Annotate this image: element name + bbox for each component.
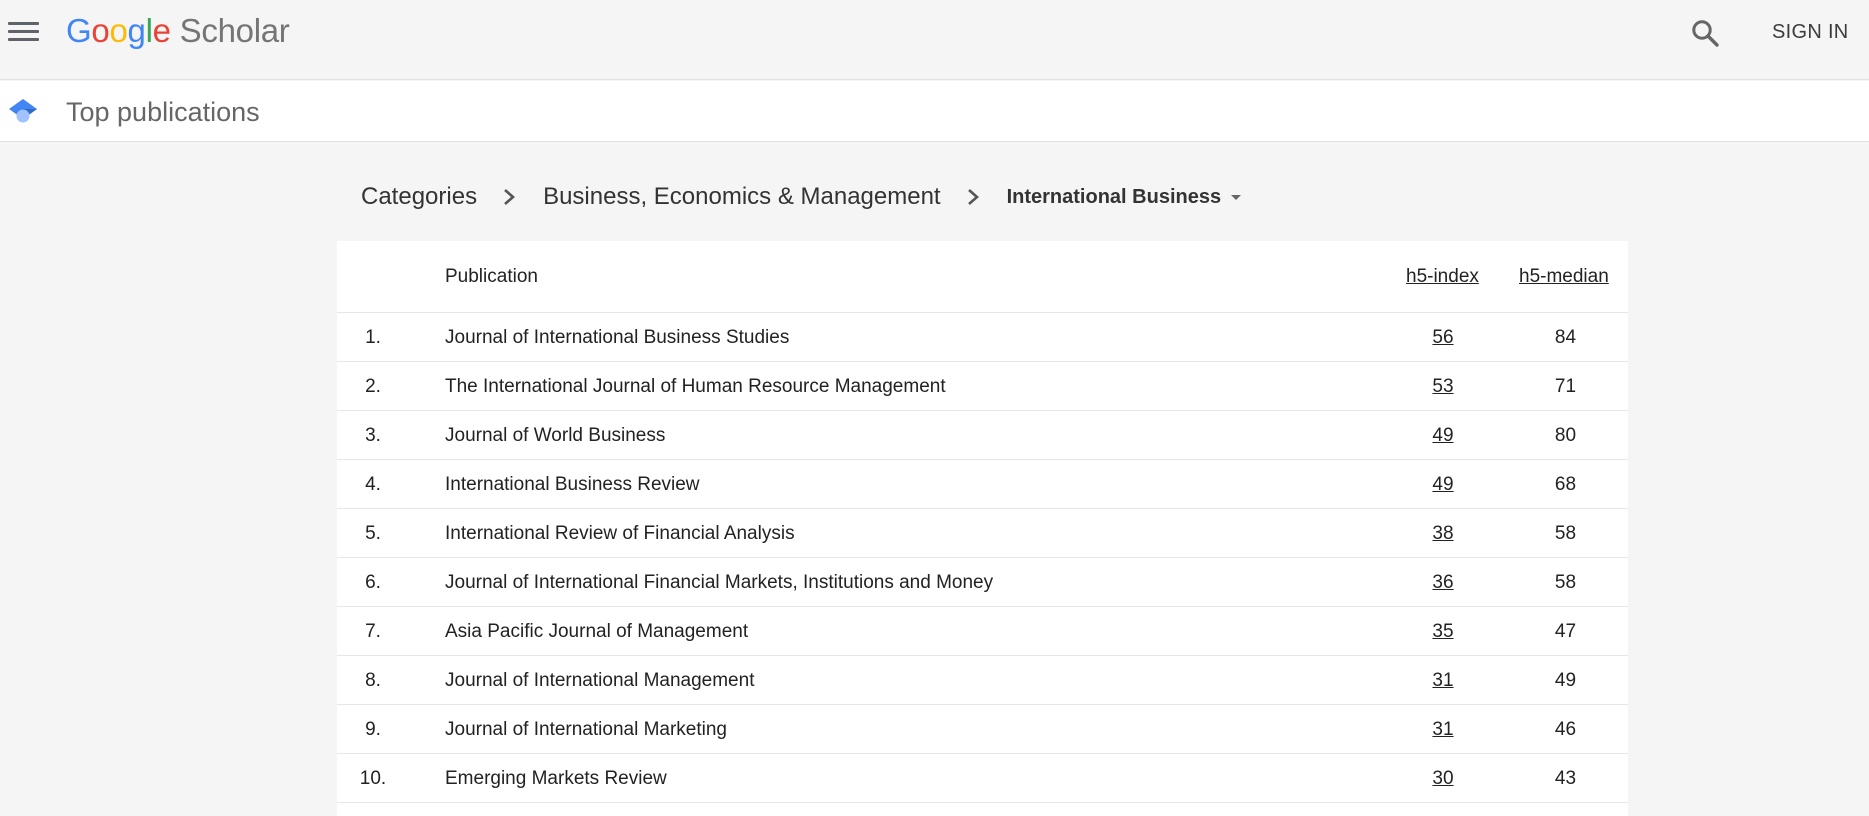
publications-table: Publication h5-index h5-median 1. Journa… [337,241,1628,816]
table-row: 9. Journal of International Marketing 31… [337,705,1628,754]
h5-median-value: 46 [1554,719,1577,740]
table-row: 2. The International Journal of Human Re… [337,362,1628,411]
rank-cell: 5. [365,523,381,544]
table-row: 4. International Business Review 49 68 [337,460,1628,509]
rank-cell: 10. [359,768,387,789]
h5-index-link[interactable]: 36 [1406,571,1480,595]
table-row: 6. Journal of International Financial Ma… [337,558,1628,607]
h5-index-link[interactable]: 53 [1406,375,1480,399]
breadcrumb: Categories Business, Economics & Managem… [361,180,1242,214]
rank-cell: 2. [365,376,381,397]
rank-cell: 3. [365,425,381,446]
logo-letter: g [127,12,146,49]
h5-median-value: 49 [1554,670,1577,691]
h5-index-link[interactable]: 35 [1406,620,1480,644]
logo-letter: e [152,12,171,49]
h5-median-value: 80 [1554,425,1577,446]
table-row: 5. International Review of Financial Ana… [337,509,1628,558]
rank-cell: 6. [365,572,381,593]
publication-name[interactable]: Journal of International Management [445,669,754,693]
publication-name[interactable]: International Review of Financial Analys… [445,522,795,546]
table-header: Publication h5-index h5-median [337,241,1628,313]
logo-letter: l [145,12,153,49]
breadcrumb-categories[interactable]: Categories [361,183,477,211]
subcategory-dropdown[interactable]: International Business [1007,186,1242,209]
h5-median-value: 58 [1554,523,1577,544]
table-row: 10. Emerging Markets Review 30 43 [337,754,1628,803]
page-title-bar: Top publications [0,81,1869,142]
rank-cell: 1. [365,327,381,348]
top-app-bar: Google Scholar SIGN IN [0,0,1869,80]
h5-median-value: 43 [1554,768,1577,789]
chevron-right-icon [963,187,983,207]
search-icon[interactable] [1690,18,1722,50]
menu-icon[interactable] [8,18,40,44]
h5-index-link[interactable]: 31 [1406,669,1480,693]
table-row: 8. Journal of International Management 3… [337,656,1628,705]
column-header-h5-median[interactable]: h5-median [1519,265,1609,289]
h5-index-link[interactable]: 49 [1406,424,1480,448]
graduation-cap-icon[interactable] [8,97,38,127]
publication-name[interactable]: Journal of International Financial Marke… [445,571,993,595]
publication-name[interactable]: Journal of International Business Studie… [445,326,789,350]
logo-product-name: Scholar [179,12,290,49]
publication-name[interactable]: Journal of World Business [445,424,665,448]
table-row: 7. Asia Pacific Journal of Management 35… [337,607,1628,656]
table-row: 1. Journal of International Business Stu… [337,313,1628,362]
publication-name[interactable]: Asia Pacific Journal of Management [445,620,748,644]
h5-median-value: 68 [1554,474,1577,495]
publication-name[interactable]: Emerging Markets Review [445,767,667,791]
chevron-right-icon [499,187,519,207]
publication-name[interactable]: The International Journal of Human Resou… [445,375,946,399]
h5-median-value: 84 [1554,327,1577,348]
rank-cell: 4. [365,474,381,495]
rank-cell: 9. [365,719,381,740]
table-row: 3. Journal of World Business 49 80 [337,411,1628,460]
column-header-publication: Publication [445,266,538,287]
logo-letter: G [66,12,92,49]
h5-index-link[interactable]: 31 [1406,718,1480,742]
sign-in-button[interactable]: SIGN IN [1772,21,1849,44]
google-scholar-logo[interactable]: Google Scholar [66,10,290,52]
caret-down-icon [1231,194,1242,200]
h5-median-value: 71 [1554,376,1577,397]
page-title: Top publications [66,97,260,127]
publication-name[interactable]: International Business Review [445,473,700,497]
breadcrumb-business-economics-management[interactable]: Business, Economics & Management [543,183,941,211]
h5-index-link[interactable]: 38 [1406,522,1480,546]
h5-median-value: 58 [1554,572,1577,593]
rank-cell: 7. [365,621,381,642]
logo-letter: o [109,12,128,49]
h5-index-link[interactable]: 49 [1406,473,1480,497]
h5-index-link[interactable]: 56 [1406,326,1480,350]
logo-letter: o [91,12,110,49]
h5-median-value: 47 [1554,621,1577,642]
column-header-h5-index[interactable]: h5-index [1406,265,1479,289]
publication-name[interactable]: Journal of International Marketing [445,718,727,742]
h5-index-link[interactable]: 30 [1406,767,1480,791]
rank-cell: 8. [365,670,381,691]
subcategory-current-label: International Business [1006,185,1222,208]
